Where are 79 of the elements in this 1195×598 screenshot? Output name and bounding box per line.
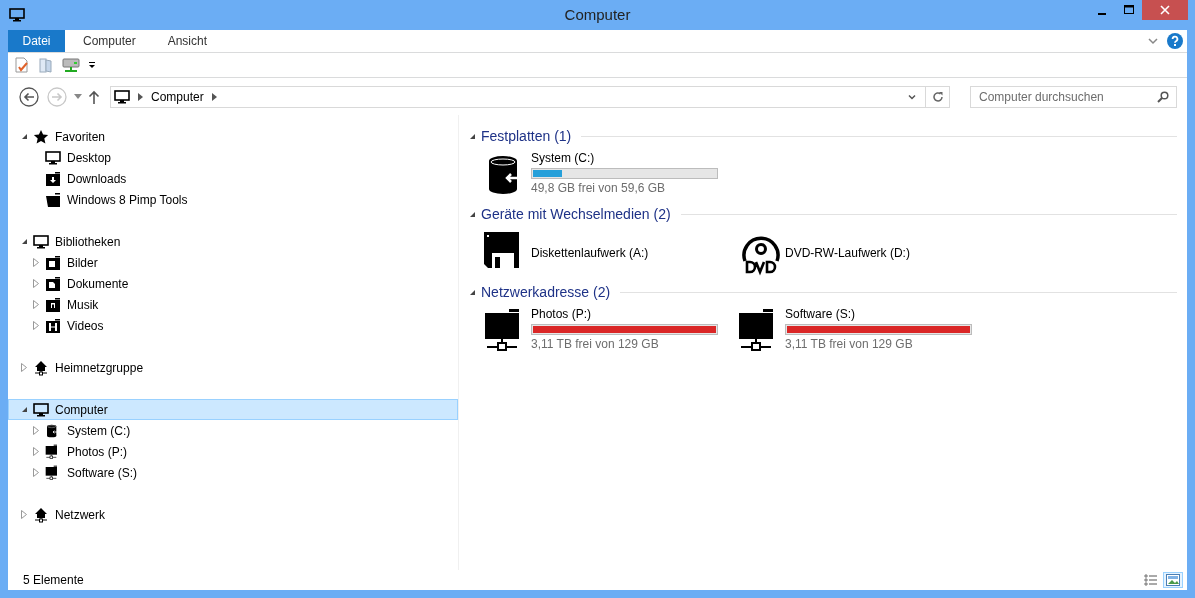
drive-name[interactable]: DVD-RW-Laufwerk (D:) (785, 246, 910, 260)
group-header[interactable]: Festplatten (1) (481, 128, 572, 144)
computer-icon (9, 7, 25, 23)
ribbon-tab[interactable]: Ansicht (153, 30, 222, 52)
tiles-view-button[interactable] (1163, 572, 1183, 588)
tree-item[interactable]: Photos (P:) (8, 441, 458, 462)
tree-item[interactable]: Bilder (8, 252, 458, 273)
drive-name[interactable]: System (C:) (531, 151, 718, 165)
free-space-text: 49,8 GB frei von 59,6 GB (531, 181, 667, 195)
collapsed-arrow-icon[interactable] (33, 468, 39, 477)
ribbon-tab[interactable]: Computer (69, 30, 150, 52)
tree-item[interactable]: Software (S:) (8, 462, 458, 483)
close-icon (1160, 5, 1170, 15)
window-title: Computer (564, 6, 631, 23)
item-count: 5 Elemente (23, 573, 84, 587)
help-icon[interactable] (1167, 33, 1183, 49)
monitor-icon (33, 401, 49, 418)
folder-icon (45, 191, 61, 208)
refresh-icon (931, 90, 944, 103)
address-bar[interactable]: Computer (110, 85, 950, 108)
free-space-text: 3,11 TB frei von 129 GB (531, 337, 660, 351)
tree-item[interactable]: Windows 8 Pimp Tools (8, 189, 458, 210)
breadcrumb[interactable]: Computer (151, 89, 204, 104)
homegroup-icon (33, 359, 49, 376)
drive-name[interactable]: Software (S:) (785, 307, 972, 321)
customize-arrow-icon[interactable] (88, 61, 96, 69)
computer-icon (114, 88, 130, 105)
search-field[interactable]: Computer durchsuchen (970, 85, 1177, 108)
chevron-right-icon[interactable] (211, 92, 217, 101)
free-space-text: 3,11 TB frei von 129 GB (785, 337, 914, 351)
search-icon (1157, 90, 1169, 103)
expanded-arrow-icon[interactable] (20, 406, 28, 413)
expanded-arrow-icon[interactable] (469, 132, 476, 140)
drive-name[interactable]: Photos (P:) (531, 307, 718, 321)
up-arrow-icon[interactable] (88, 89, 100, 104)
tree-item[interactable]: Bibliotheken (8, 231, 458, 252)
tree-item[interactable]: Heimnetzgruppe (8, 357, 458, 378)
tree-item[interactable]: Musik (8, 294, 458, 315)
maximize-icon (1123, 5, 1134, 15)
library-icon (45, 254, 61, 271)
collapsed-arrow-icon[interactable] (21, 363, 27, 372)
tree-item[interactable]: Videos (8, 315, 458, 336)
collapsed-arrow-icon[interactable] (33, 447, 39, 456)
collapsed-arrow-icon[interactable] (21, 510, 27, 519)
tree-item[interactable]: Favoriten (8, 126, 458, 147)
library-icon (45, 317, 61, 334)
recent-dropdown-icon[interactable] (74, 94, 82, 99)
chevron-down-icon[interactable] (1147, 35, 1159, 47)
library-icon (45, 296, 61, 313)
tree-item[interactable]: Desktop (8, 147, 458, 168)
network-drive-icon[interactable] (62, 57, 80, 73)
tree-item[interactable]: System (C:) (8, 420, 458, 441)
homegroup-icon (33, 506, 49, 523)
minimize-icon (1097, 12, 1106, 15)
expanded-arrow-icon[interactable] (20, 238, 28, 245)
expanded-arrow-icon[interactable] (469, 210, 476, 218)
expanded-arrow-icon[interactable] (469, 288, 476, 296)
tree-item[interactable]: Computer (8, 399, 458, 420)
file-menu-tab[interactable]: Datei (8, 30, 65, 52)
drive-name[interactable]: Diskettenlaufwerk (A:) (531, 246, 649, 260)
monitor-icon (33, 233, 49, 250)
tree-item[interactable]: Dokumente (8, 273, 458, 294)
collapsed-arrow-icon[interactable] (33, 426, 39, 435)
library-icon (45, 275, 61, 292)
collapsed-arrow-icon[interactable] (33, 279, 39, 288)
collapsed-arrow-icon[interactable] (33, 258, 39, 267)
expanded-arrow-icon[interactable] (20, 133, 28, 140)
tree-item[interactable]: Downloads (8, 168, 458, 189)
folder-icon (45, 170, 61, 187)
properties-icon[interactable] (14, 57, 30, 73)
chevron-right-icon[interactable] (138, 92, 143, 101)
monitor-icon (45, 149, 61, 166)
group-header[interactable]: Netzwerkadresse (2) (481, 284, 611, 300)
back-button[interactable] (18, 85, 40, 108)
tree-item[interactable]: Netzwerk (8, 504, 458, 525)
collapsed-arrow-icon[interactable] (33, 300, 39, 309)
group-header[interactable]: Geräte mit Wechselmedien (2) (481, 206, 671, 222)
star-icon (33, 128, 49, 145)
collapsed-arrow-icon[interactable] (33, 321, 39, 330)
